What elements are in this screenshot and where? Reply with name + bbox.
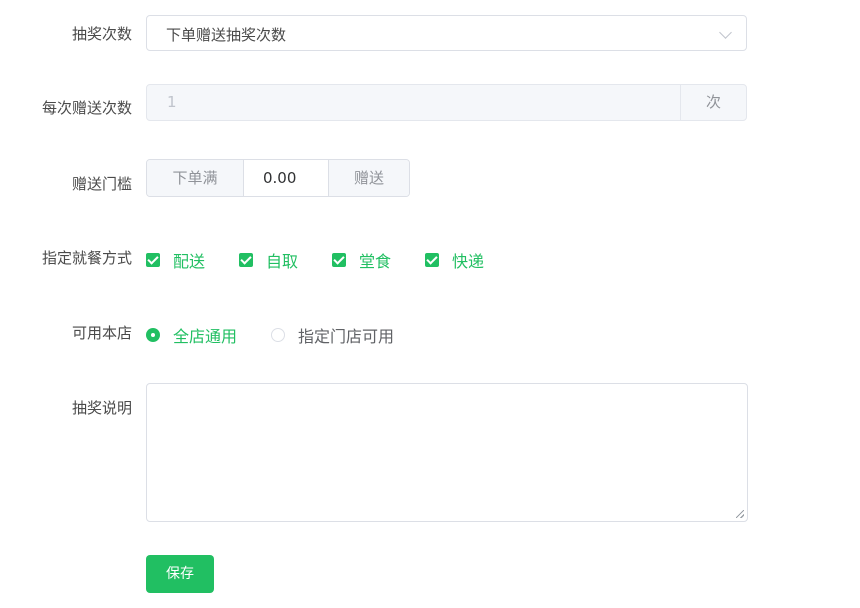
save-button[interactable]: 保存 — [146, 555, 214, 593]
threshold-append: 赠送 — [328, 160, 409, 196]
checkbox-label: 配送 — [173, 252, 206, 271]
radio-unselected-icon — [271, 328, 286, 342]
gift-count-input-group: 1 次 — [146, 84, 747, 121]
gift-count-label: 每次赠送次数 — [41, 99, 132, 117]
resize-handle-icon[interactable] — [736, 510, 744, 518]
description-label: 抽奖说明 — [71, 399, 132, 417]
checkbox-checked-icon — [146, 253, 160, 267]
threshold-label: 赠送门槛 — [71, 175, 132, 193]
checkbox-delivery[interactable]: 配送 — [146, 248, 205, 272]
radio-all-stores[interactable]: 全店通用 — [146, 323, 237, 347]
dining-method-checkbox-group: 配送 自取 堂食 快递 — [146, 248, 518, 272]
checkbox-checked-icon — [332, 253, 347, 267]
threshold-amount-input[interactable]: 0.00 — [244, 160, 328, 196]
checkbox-express[interactable]: 快递 — [425, 248, 484, 272]
checkbox-label: 快递 — [452, 252, 485, 271]
checkbox-checked-icon — [425, 253, 440, 267]
threshold-input-group: 下单满 0.00 赠送 — [146, 159, 410, 197]
checkbox-label: 堂食 — [359, 252, 392, 271]
radio-label: 全店通用 — [173, 327, 238, 346]
radio-specified-stores[interactable]: 指定门店可用 — [271, 323, 394, 347]
store-scope-radio-group: 全店通用 指定门店可用 — [146, 323, 428, 347]
gift-count-suffix: 次 — [680, 85, 746, 120]
chevron-down-icon — [719, 26, 732, 39]
lottery-settings-form: 抽奖次数 下单赠送抽奖次数 每次赠送次数 1 次 赠送门槛 下单满 0.00 赠… — [0, 0, 860, 608]
draw-count-label: 抽奖次数 — [71, 25, 132, 43]
checkbox-checked-icon — [239, 253, 254, 267]
checkbox-dine-in[interactable]: 堂食 — [332, 248, 391, 272]
store-scope-label: 可用本店 — [71, 324, 132, 342]
threshold-prepend: 下单满 — [147, 160, 244, 196]
radio-label: 指定门店可用 — [298, 327, 395, 346]
draw-count-select[interactable]: 下单赠送抽奖次数 — [146, 15, 747, 51]
checkbox-pickup[interactable]: 自取 — [239, 248, 298, 272]
description-textarea[interactable] — [146, 383, 748, 522]
dining-method-label: 指定就餐方式 — [41, 249, 132, 267]
checkbox-label: 自取 — [266, 252, 299, 271]
radio-selected-icon — [146, 328, 160, 342]
gift-count-input: 1 — [167, 93, 177, 111]
draw-count-select-value: 下单赠送抽奖次数 — [166, 26, 287, 44]
